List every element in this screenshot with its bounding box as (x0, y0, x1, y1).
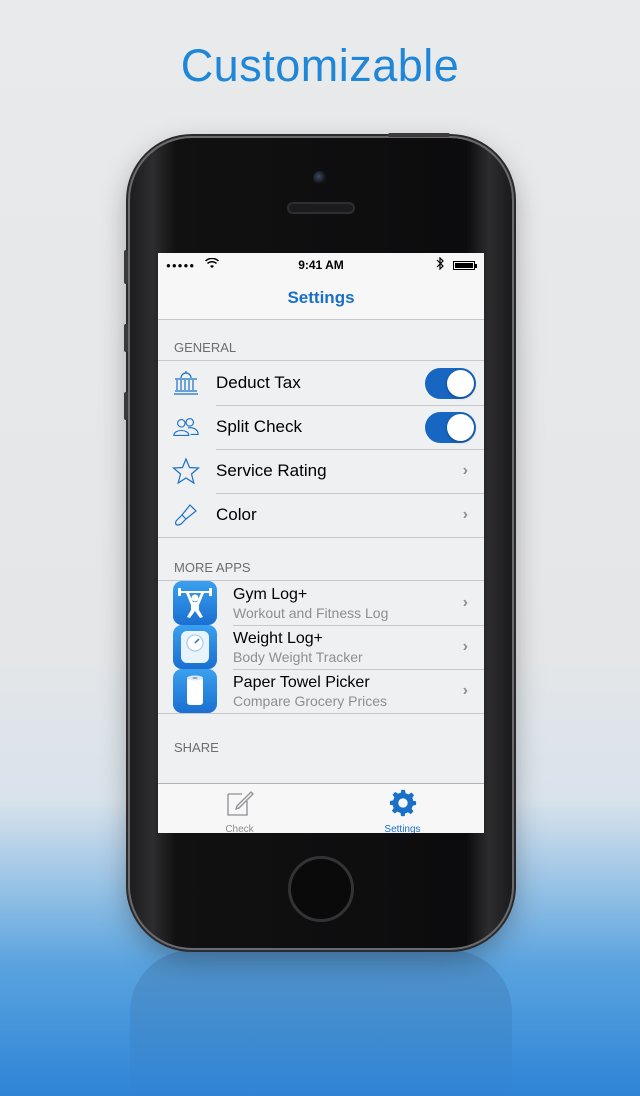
service-rating-label: Service Rating (216, 461, 327, 480)
chevron-right-icon: › (462, 462, 468, 479)
volume-up-button (124, 324, 128, 352)
section-header-more-apps: MORE APPS (174, 560, 251, 575)
row-color[interactable]: Color › (158, 493, 484, 537)
status-bar: ●●●●● 9:41 AM (158, 253, 484, 277)
row-split-check: Split Check (158, 405, 484, 449)
chevron-right-icon: › (462, 594, 468, 611)
split-check-toggle[interactable] (425, 411, 476, 443)
row-service-rating[interactable]: Service Rating › (158, 449, 484, 493)
chevron-right-icon: › (462, 638, 468, 655)
nav-title: Settings (158, 277, 484, 320)
chevron-right-icon: › (462, 506, 468, 523)
tab-bar: Check Settings (158, 783, 484, 833)
people-icon (172, 413, 200, 441)
compose-icon (225, 789, 255, 822)
earpiece-speaker (287, 202, 355, 214)
tab-settings[interactable]: Settings (321, 784, 484, 833)
paper-towel-subtitle: Compare Grocery Prices (233, 692, 388, 709)
row-deduct-tax: Deduct Tax (158, 361, 484, 405)
weight-log-subtitle: Body Weight Tracker (233, 648, 363, 665)
section-header-share: SHARE (174, 740, 219, 755)
tab-settings-label: Settings (384, 824, 421, 833)
tab-check[interactable]: Check (158, 784, 321, 833)
app-row-weight-log[interactable]: Weight Log+ Body Weight Tracker › (158, 625, 484, 669)
color-label: Color (216, 505, 257, 524)
tab-check-label: Check (225, 824, 254, 833)
gym-log-subtitle: Workout and Fitness Log (233, 604, 389, 621)
phone-device: ●●●●● 9:41 AM Settings GENERAL Deduct Ta… (124, 133, 512, 948)
star-icon (172, 457, 200, 485)
deduct-tax-label: Deduct Tax (216, 373, 301, 392)
weight-log-title: Weight Log+ (233, 629, 323, 647)
mute-switch (124, 250, 128, 284)
gear-icon (388, 789, 418, 822)
phone-screen: ●●●●● 9:41 AM Settings GENERAL Deduct Ta… (158, 253, 484, 833)
split-check-label: Split Check (216, 417, 302, 436)
phone-reflection (130, 950, 512, 1096)
app-row-gym-log[interactable]: Gym Log+ Workout and Fitness Log › (158, 581, 484, 625)
front-camera (313, 171, 327, 185)
chevron-right-icon: › (462, 682, 468, 699)
deduct-tax-toggle[interactable] (425, 367, 476, 399)
headline: Customizable (180, 40, 460, 91)
section-header-general: GENERAL (174, 340, 237, 355)
more-apps-group: Gym Log+ Workout and Fitness Log › Weigh… (158, 580, 484, 714)
bank-icon (172, 369, 200, 397)
scale-icon (173, 625, 217, 669)
general-group: Deduct Tax Split Check Service Rating › … (158, 360, 484, 538)
weightlifter-icon (173, 581, 217, 625)
volume-down-button (124, 392, 128, 420)
paintbrush-icon (172, 501, 200, 529)
battery-icon (453, 261, 477, 270)
power-button (388, 133, 450, 137)
paper-towel-icon (173, 669, 217, 713)
gym-log-title: Gym Log+ (233, 585, 308, 603)
paper-towel-title: Paper Towel Picker (233, 673, 370, 691)
app-row-paper-towel-picker[interactable]: Paper Towel Picker Compare Grocery Price… (158, 669, 484, 713)
home-button (288, 856, 354, 922)
bluetooth-icon (436, 256, 444, 273)
